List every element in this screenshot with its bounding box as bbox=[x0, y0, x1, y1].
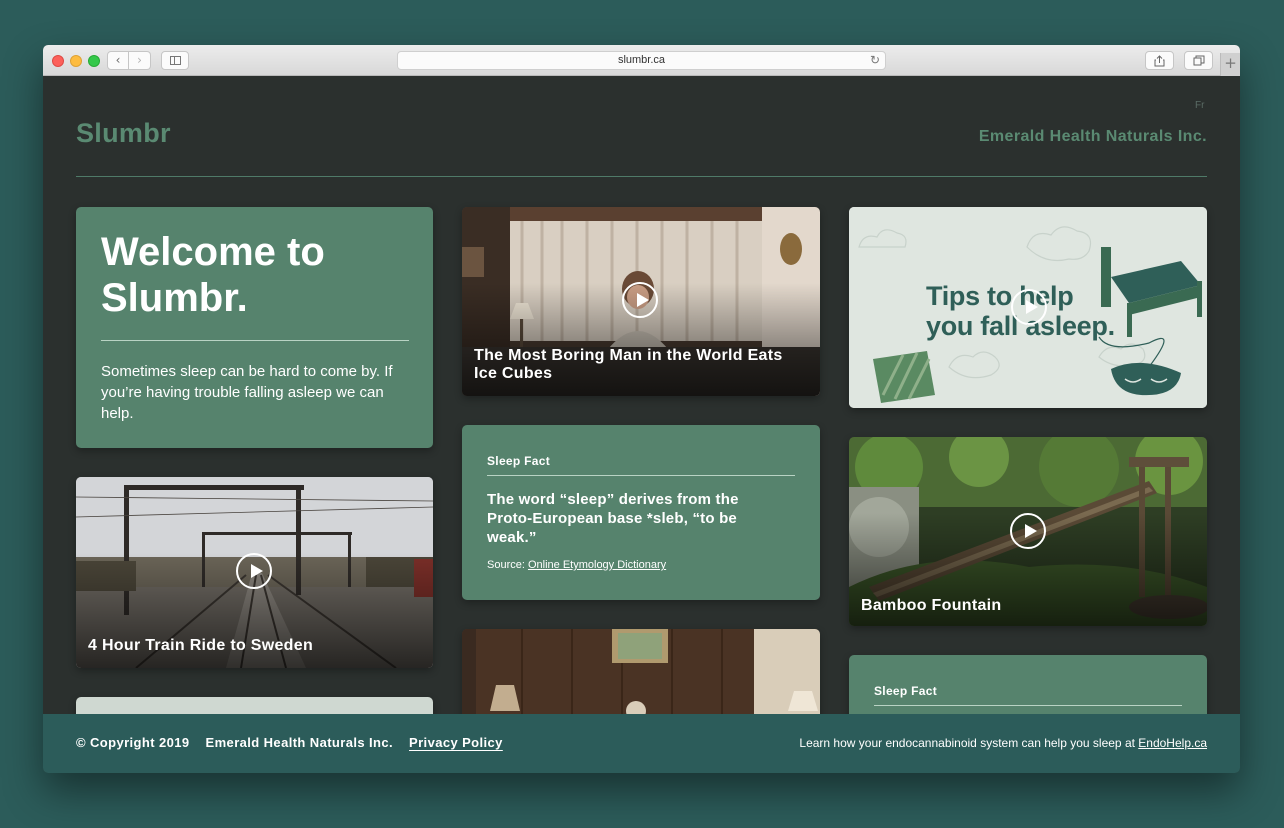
zoom-window-button[interactable] bbox=[88, 55, 100, 67]
sleep-fact-label: Sleep Fact bbox=[874, 684, 938, 698]
sleep-fact-text: The word “sleep” derives from the Proto-… bbox=[487, 491, 739, 546]
sleep-fact-divider bbox=[487, 475, 795, 476]
chevron-right-icon: › bbox=[137, 53, 142, 67]
welcome-body: Sometimes sleep can be hard to come by. … bbox=[101, 363, 393, 422]
play-icon[interactable] bbox=[622, 282, 658, 318]
tabs-icon bbox=[1193, 55, 1204, 66]
video-card-sleep-tips[interactable]: Tips to help you fall asleep. bbox=[849, 207, 1207, 408]
reload-icon[interactable]: ↻ bbox=[870, 52, 880, 69]
play-icon[interactable] bbox=[236, 553, 272, 589]
sleep-fact-label: Sleep Fact bbox=[487, 454, 551, 468]
sidebar-toggle-button[interactable] bbox=[161, 51, 189, 70]
sleep-fact-divider bbox=[874, 705, 1182, 706]
browser-toolbar: ‹ › slumbr.ca ↻ + bbox=[43, 45, 1240, 76]
show-tabs-button[interactable] bbox=[1184, 51, 1213, 70]
new-tab-button[interactable]: + bbox=[1220, 53, 1240, 76]
play-icon[interactable] bbox=[1011, 289, 1047, 325]
close-window-button[interactable] bbox=[52, 55, 64, 67]
endohelp-text: Learn how your endocannabinoid system ca… bbox=[799, 736, 1139, 750]
video-card-boring-man[interactable]: The Most Boring Man in the World Eats Ic… bbox=[462, 207, 820, 396]
privacy-policy-link[interactable]: Privacy Policy bbox=[409, 735, 503, 750]
address-bar[interactable]: slumbr.ca ↻ bbox=[397, 51, 886, 70]
endohelp-link[interactable]: EndoHelp.ca bbox=[1138, 736, 1207, 750]
source-prefix: Source: bbox=[487, 559, 528, 571]
site-footer: © Copyright 2019 Emerald Health Naturals… bbox=[43, 714, 1240, 773]
share-button[interactable] bbox=[1145, 51, 1174, 70]
footer-left: © Copyright 2019 Emerald Health Naturals… bbox=[76, 735, 515, 750]
site-logo[interactable]: Slumbr bbox=[76, 118, 171, 149]
share-icon bbox=[1154, 55, 1165, 67]
sleep-fact-source: Source: Online Etymology Dictionary bbox=[487, 559, 666, 571]
footer-company: Emerald Health Naturals Inc. bbox=[205, 735, 394, 750]
video-title: The Most Boring Man in the World Eats Ic… bbox=[474, 347, 783, 382]
video-title: 4 Hour Train Ride to Sweden bbox=[88, 637, 314, 654]
video-title: Bamboo Fountain bbox=[861, 597, 1002, 614]
sleep-fact-card: Sleep Fact The word “sleep” derives from… bbox=[462, 425, 820, 600]
header-divider bbox=[76, 176, 1207, 177]
video-card-train-ride[interactable]: 4 Hour Train Ride to Sweden bbox=[76, 477, 433, 668]
play-icon[interactable] bbox=[1010, 513, 1046, 549]
sidebar-icon bbox=[170, 56, 181, 65]
chevron-left-icon: ‹ bbox=[115, 53, 121, 67]
address-bar-url: slumbr.ca bbox=[617, 54, 666, 66]
welcome-card: Welcome to Slumbr. Sometimes sleep can b… bbox=[76, 207, 433, 448]
language-toggle[interactable]: Fr bbox=[1195, 100, 1204, 111]
plus-icon: + bbox=[1224, 54, 1237, 72]
minimize-window-button[interactable] bbox=[70, 55, 82, 67]
footer-right: Learn how your endocannabinoid system ca… bbox=[799, 736, 1207, 750]
video-card-bamboo-fountain[interactable]: Bamboo Fountain bbox=[849, 437, 1207, 626]
welcome-title: Welcome to Slumbr. bbox=[101, 230, 325, 320]
forward-button[interactable]: › bbox=[129, 51, 151, 70]
copyright-text: © Copyright 2019 bbox=[76, 735, 190, 750]
company-name: Emerald Health Naturals Inc. bbox=[978, 128, 1207, 145]
source-link[interactable]: Online Etymology Dictionary bbox=[528, 559, 666, 571]
welcome-divider bbox=[101, 340, 409, 341]
back-button[interactable]: ‹ bbox=[107, 51, 129, 70]
browser-window: ‹ › slumbr.ca ↻ + Slumbr Fr Emerald Heal… bbox=[43, 45, 1240, 773]
